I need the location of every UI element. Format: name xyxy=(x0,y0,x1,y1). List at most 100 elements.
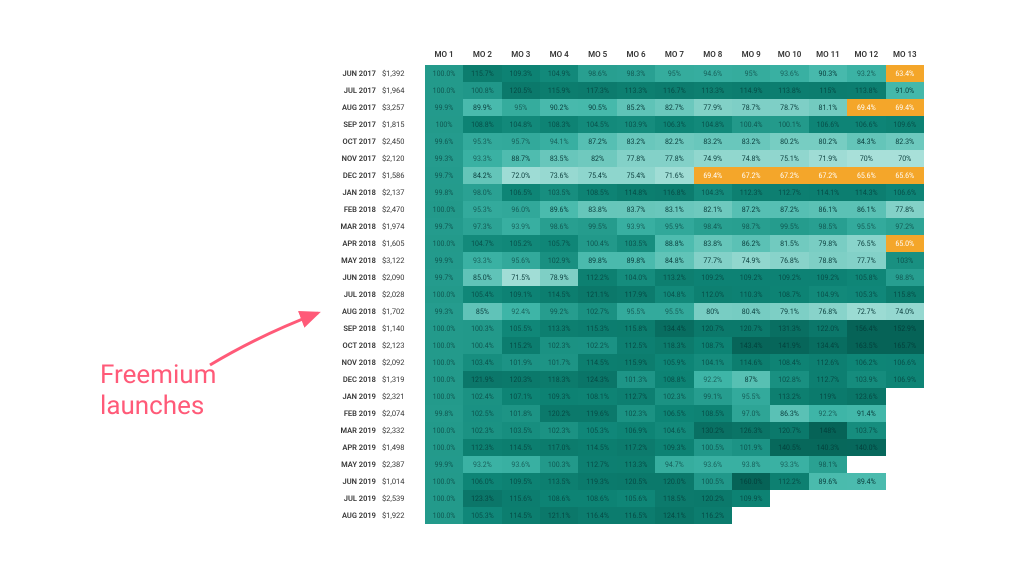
retention-cell: 108.6% xyxy=(578,490,616,507)
retention-cell: 113.8% xyxy=(770,82,808,99)
retention-cell xyxy=(809,507,847,524)
retention-cell: 95.3% xyxy=(463,133,501,150)
retention-cell: 100.8% xyxy=(463,82,501,99)
retention-cell: 100.0% xyxy=(425,422,463,439)
retention-cell: 70% xyxy=(886,150,924,167)
retention-cell: 92.2% xyxy=(694,371,732,388)
retention-cell xyxy=(770,507,808,524)
retention-cell: 104.6% xyxy=(655,422,693,439)
table-row: APR 2018$1,605100.0%104.7%105.2%105.7%10… xyxy=(330,235,924,252)
retention-cell: 100.5% xyxy=(694,473,732,490)
retention-cell: 117.3% xyxy=(578,82,616,99)
cohort-initial-value: $2,387 xyxy=(382,456,425,473)
retention-cell: 91.0% xyxy=(886,82,924,99)
retention-cell: 112.2% xyxy=(578,269,616,286)
retention-cell: 86.2% xyxy=(732,235,770,252)
retention-cell: 112.7% xyxy=(809,371,847,388)
retention-cell: 67.2% xyxy=(809,167,847,184)
retention-cell: 120.2% xyxy=(540,405,578,422)
retention-cell: 115.7% xyxy=(463,65,501,82)
retention-cell: 163.5% xyxy=(847,337,885,354)
cohort-initial-value: $2,470 xyxy=(382,201,425,218)
retention-cell: 103.5% xyxy=(617,235,655,252)
retention-cell: 104.8% xyxy=(655,286,693,303)
cohort-label: DEC 2017 xyxy=(330,167,382,184)
retention-cell: 119.3% xyxy=(578,473,616,490)
cohort-label: NOV 2017 xyxy=(330,150,382,167)
retention-cell: 109.2% xyxy=(732,269,770,286)
retention-cell: 99.9% xyxy=(425,456,463,473)
retention-cell: 94.1% xyxy=(540,133,578,150)
retention-cell: 121.1% xyxy=(540,507,578,524)
retention-cell: 108.7% xyxy=(694,337,732,354)
retention-cell: 80% xyxy=(694,303,732,320)
retention-cell: 101.9% xyxy=(732,439,770,456)
retention-cell: 116.4% xyxy=(578,507,616,524)
retention-cell: 117.9% xyxy=(617,286,655,303)
retention-cell: 112.3% xyxy=(732,184,770,201)
retention-cell: 105.3% xyxy=(847,286,885,303)
retention-cell: 108.8% xyxy=(463,116,501,133)
cohort-label: AUG 2017 xyxy=(330,99,382,116)
retention-cell: 106.0% xyxy=(463,473,501,490)
retention-cell: 120.7% xyxy=(770,422,808,439)
retention-cell: 77.7% xyxy=(694,252,732,269)
retention-cell: 71.9% xyxy=(809,150,847,167)
retention-cell: 78.8% xyxy=(809,252,847,269)
retention-cell: 94.6% xyxy=(694,65,732,82)
retention-cell: 114.5% xyxy=(578,439,616,456)
retention-cell: 98.5% xyxy=(809,218,847,235)
cohort-initial-value: $2,123 xyxy=(382,337,425,354)
cohort-label: JUL 2017 xyxy=(330,82,382,99)
retention-cell: 120.5% xyxy=(502,82,540,99)
retention-cell: 84.8% xyxy=(655,252,693,269)
cohort-label: NOV 2018 xyxy=(330,354,382,371)
table-row: MAY 2019$2,38799.9%93.2%93.6%100.3%112.7… xyxy=(330,456,924,473)
table-row: OCT 2018$2,123100.0%100.4%115.2%102.3%10… xyxy=(330,337,924,354)
retention-cell: 100.0% xyxy=(425,388,463,405)
cohort-label: JAN 2019 xyxy=(330,388,382,405)
retention-cell: 103.4% xyxy=(463,354,501,371)
table-row: FEB 2019$2,07499.8%102.5%101.8%120.2%119… xyxy=(330,405,924,422)
retention-cell: 114.5% xyxy=(540,286,578,303)
retention-cell: 134.4% xyxy=(655,320,693,337)
retention-cell: 99.9% xyxy=(425,99,463,116)
cohort-label: JUL 2018 xyxy=(330,286,382,303)
table-row: JAN 2019$2,321100.0%102.4%107.1%109.3%10… xyxy=(330,388,924,405)
retention-cell: 90.2% xyxy=(540,99,578,116)
retention-cell: 81.1% xyxy=(809,99,847,116)
retention-cell: 106.2% xyxy=(847,354,885,371)
retention-cell: 100.0% xyxy=(425,507,463,524)
retention-cell: 100.0% xyxy=(425,490,463,507)
cohort-initial-value: $1,702 xyxy=(382,303,425,320)
retention-cell: 140.0% xyxy=(847,439,885,456)
retention-cell: 102.3% xyxy=(655,388,693,405)
cohort-initial-value: $1,319 xyxy=(382,371,425,388)
retention-cell: 131.3% xyxy=(770,320,808,337)
retention-cell: 101.9% xyxy=(502,354,540,371)
retention-cell: 99.5% xyxy=(578,218,616,235)
retention-cell: 86.1% xyxy=(809,201,847,218)
retention-cell: 93.3% xyxy=(770,456,808,473)
retention-cell: 99.8% xyxy=(425,405,463,422)
retention-cell: 104.1% xyxy=(694,354,732,371)
retention-cell: 121.9% xyxy=(463,371,501,388)
retention-cell: 115.8% xyxy=(617,320,655,337)
cohort-initial-value: $2,028 xyxy=(382,286,425,303)
retention-cell: 113.2% xyxy=(770,388,808,405)
column-header: MO 11 xyxy=(809,48,847,65)
retention-cell: 99.2% xyxy=(540,303,578,320)
retention-cell: 74.0% xyxy=(886,303,924,320)
retention-cell: 102.9% xyxy=(540,252,578,269)
retention-cell: 90.3% xyxy=(809,65,847,82)
retention-cell: 83.2% xyxy=(694,133,732,150)
retention-cell: 109.2% xyxy=(694,269,732,286)
retention-cell: 114.5% xyxy=(578,354,616,371)
table-row: FEB 2018$2,470100.0%95.3%96.0%89.6%83.8%… xyxy=(330,201,924,218)
table-row: APR 2019$1,498100.0%112.3%114.5%117.0%11… xyxy=(330,439,924,456)
cohort-initial-value: $1,586 xyxy=(382,167,425,184)
retention-cell: 83.7% xyxy=(617,201,655,218)
annotation-arrow-icon xyxy=(200,305,330,375)
cohort-label: MAR 2018 xyxy=(330,218,382,235)
retention-cell: 98.4% xyxy=(694,218,732,235)
